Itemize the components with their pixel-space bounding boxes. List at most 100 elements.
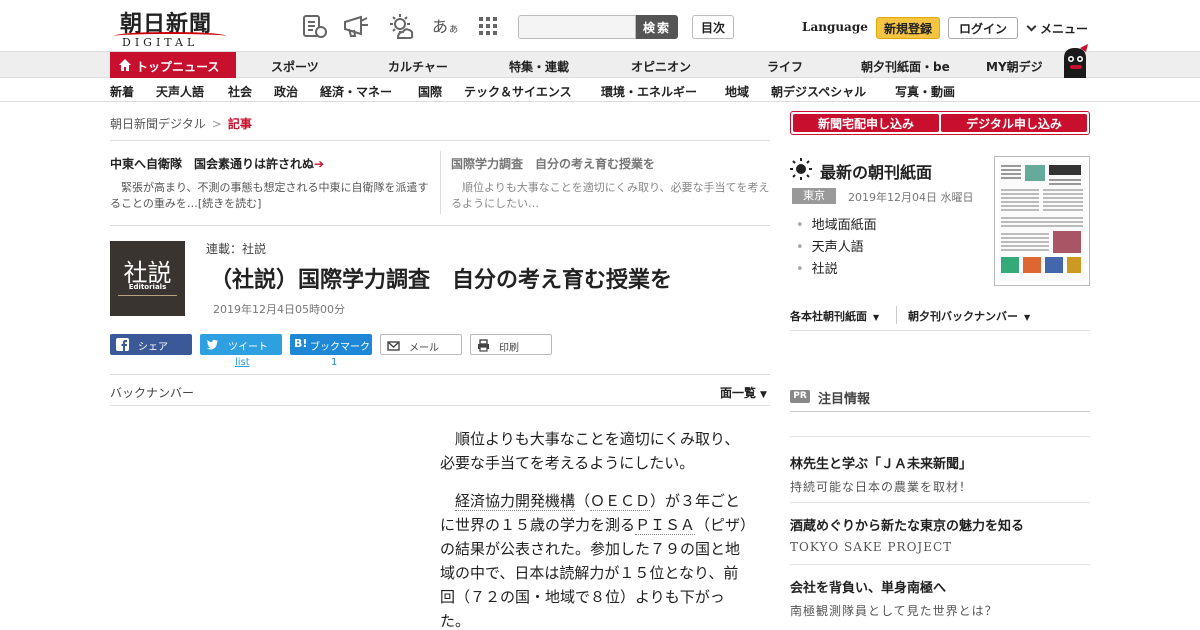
regional-edition-dropdown[interactable]: 各本社朝刊紙面 ▼ xyxy=(790,308,879,324)
editorial-badge[interactable]: 社説 Editorials xyxy=(110,241,185,316)
facebook-icon xyxy=(116,338,129,351)
mascot-icon[interactable] xyxy=(1058,44,1092,80)
tab-sports[interactable]: スポーツ xyxy=(271,58,319,75)
glossary-term[interactable]: 経済協力開発機構 xyxy=(455,492,576,511)
pr-item-title: 酒蔵めぐりから新たな東京の魅力を知る xyxy=(790,519,1025,534)
tab-my-asadigi[interactable]: MY朝デジ xyxy=(986,58,1043,75)
subscribe-bar: 新聞宅配申し込み デジタル申し込み xyxy=(790,111,1090,135)
divider xyxy=(790,502,1090,503)
article-paragraph: 経済協力開発機構（ＯＥＣＤ）が３年ごとに世界の１５歳の学力を測るＰＩＳＡ（ピザ）… xyxy=(440,489,752,630)
breadcrumb-home[interactable]: 朝日新聞デジタル xyxy=(110,117,206,131)
subscribe-paper-button[interactable]: 新聞宅配申し込み xyxy=(793,114,939,132)
tab-newspaper[interactable]: 朝夕刊紙面・be xyxy=(861,58,950,75)
paper-link-local[interactable]: • 地域面紙面 xyxy=(796,214,877,233)
divider xyxy=(790,411,1090,412)
search-input[interactable] xyxy=(518,15,636,39)
pr-item[interactable]: 林先生と学ぶ「ＪＡ未来新聞」 持続可能な日本の農業を取材！ xyxy=(790,453,1090,495)
edition-date: 2019年12月04日 水曜日 xyxy=(848,191,974,204)
logo-sub: DIGITAL xyxy=(122,36,199,49)
backnumber-dropdown-label: 朝夕刊バックナンバー xyxy=(908,310,1018,323)
pr-item[interactable]: 会社を背負い、単身南極へ 南極観測隊員として見た世界とは？ xyxy=(790,577,1090,619)
paper-link-label: 天声人語 xyxy=(811,240,864,255)
divider xyxy=(110,374,770,375)
twitter-share-button[interactable]: ツイート xyxy=(200,334,282,355)
morning-edition-title: 最新の朝刊紙面 xyxy=(820,163,933,182)
mail-share-button[interactable]: メール xyxy=(380,334,462,355)
site-header: 朝日新聞 DIGITAL あぁ 検索 目次 Language 新規登録 ログイン… xyxy=(0,0,1200,52)
toc-button[interactable]: 目次 xyxy=(692,15,734,39)
subnav-local[interactable]: 地域 xyxy=(725,83,749,100)
editorial-badge-en: Editorials xyxy=(128,283,167,291)
language-link[interactable]: Language xyxy=(802,20,868,34)
search-button[interactable]: 検索 xyxy=(636,15,678,39)
facebook-share-button[interactable]: シェア xyxy=(110,334,192,355)
tab-features[interactable]: 特集・連載 xyxy=(509,58,569,75)
regional-edition-label: 各本社朝刊紙面 xyxy=(790,310,867,323)
tab-life[interactable]: ライフ xyxy=(767,58,803,75)
subnav-society[interactable]: 社会 xyxy=(228,83,252,100)
menu-button[interactable]: メニュー xyxy=(1026,20,1089,37)
weather-icon[interactable] xyxy=(386,12,414,40)
series-link[interactable]: 連載：社説 xyxy=(206,240,266,257)
editorial-badge-line xyxy=(118,295,177,296)
megaphone-icon[interactable] xyxy=(342,12,370,40)
subnav-economy[interactable]: 経済・マネー xyxy=(320,83,392,100)
divider xyxy=(790,330,1090,331)
bullet-icon: • xyxy=(796,240,804,255)
subnav-special[interactable]: 朝デジスペシャル xyxy=(771,83,866,100)
login-button[interactable]: ログイン xyxy=(948,17,1018,39)
apps-grid-icon[interactable] xyxy=(476,14,500,38)
sun-icon xyxy=(790,158,812,180)
related-article-title-line: 中東へ自衛隊 国会素通りは許されぬ➔ xyxy=(110,155,430,172)
pr-section-title: 注目情報 xyxy=(818,392,871,407)
subnav-photo-video[interactable]: 写真・動画 xyxy=(895,83,955,100)
site-logo[interactable]: 朝日新聞 DIGITAL xyxy=(110,6,230,49)
home-icon xyxy=(119,59,131,71)
glossary-term[interactable]: ＯＥＣＤ xyxy=(590,492,651,511)
article-title: （社説）国際学力調査 自分の考え育む授業を xyxy=(210,268,673,293)
divider xyxy=(110,140,770,141)
sub-nav: 新着 天声人語 社会 政治 経済・マネー 国際 テック＆サイエンス 環境・エネル… xyxy=(0,78,1200,102)
newspaper-thumbnail[interactable] xyxy=(994,156,1090,286)
subnav-tensei[interactable]: 天声人語 xyxy=(156,83,204,100)
page-list-dropdown[interactable]: 面一覧 ▼ xyxy=(720,384,767,401)
paper-link-tensei[interactable]: • 天声人語 xyxy=(796,236,864,255)
divider xyxy=(110,225,770,226)
caret-down-icon: ▼ xyxy=(1024,313,1031,322)
breadcrumb-separator: > xyxy=(211,117,222,131)
related-article-current[interactable]: 国際学力調査 自分の考え育む授業を 順位よりも大事なことを適切にくみ取り、必要な… xyxy=(451,155,771,212)
register-button[interactable]: 新規登録 xyxy=(876,17,940,39)
subnav-international[interactable]: 国際 xyxy=(418,83,442,100)
hatena-icon: B! xyxy=(294,337,308,350)
paper-link-editorial[interactable]: • 社説 xyxy=(796,258,838,277)
print-label: 印刷 xyxy=(499,343,519,354)
facebook-share-label: シェア xyxy=(138,342,168,353)
caret-down-icon: ▼ xyxy=(760,390,767,400)
related-article-summary: 順位よりも大事なことを適切にくみ取り、必要な手当てを考えるようにしたい… xyxy=(451,181,770,210)
glossary-term[interactable]: ＰＩＳＡ xyxy=(635,516,696,535)
backnumber-dropdown[interactable]: 朝夕刊バックナンバー ▼ xyxy=(908,308,1030,324)
related-article[interactable]: 中東へ自衛隊 国会素通りは許されぬ➔ 緊張が高まり、不測の事態も想定される中東に… xyxy=(110,155,430,212)
pr-item[interactable]: 酒蔵めぐりから新たな東京の魅力を知る TOKYO SAKE PROJECT xyxy=(790,515,1090,554)
hatena-bookmark-button[interactable]: B! ブックマーク xyxy=(290,334,372,355)
edition-tag: 東京 xyxy=(792,188,836,204)
subnav-latest[interactable]: 新着 xyxy=(110,83,134,100)
backnumber-link[interactable]: バックナンバー xyxy=(110,384,194,401)
article-date: 2019年12月4日05時00分 xyxy=(213,303,345,316)
papers-icon[interactable] xyxy=(300,12,328,40)
bullet-icon: • xyxy=(796,262,804,277)
newspaper-page-image xyxy=(999,161,1085,281)
font-size-icon[interactable]: あぁ xyxy=(432,13,459,37)
twitter-share-label: ツイート xyxy=(228,342,268,353)
subscribe-digital-button[interactable]: デジタル申し込み xyxy=(941,114,1087,132)
mail-icon xyxy=(387,341,400,351)
tab-opinion[interactable]: オピニオン xyxy=(631,58,691,75)
subnav-tech-science[interactable]: テック＆サイエンス xyxy=(464,83,572,100)
print-button[interactable]: 印刷 xyxy=(470,334,552,355)
subnav-environment[interactable]: 環境・エネルギー xyxy=(601,83,697,100)
tab-culture[interactable]: カルチャー xyxy=(388,58,448,75)
twitter-count-link[interactable]: list xyxy=(235,357,250,368)
tab-top-news[interactable]: トップニュース xyxy=(110,52,236,78)
subnav-politics[interactable]: 政治 xyxy=(274,83,298,100)
menu-label: メニュー xyxy=(1040,22,1089,36)
